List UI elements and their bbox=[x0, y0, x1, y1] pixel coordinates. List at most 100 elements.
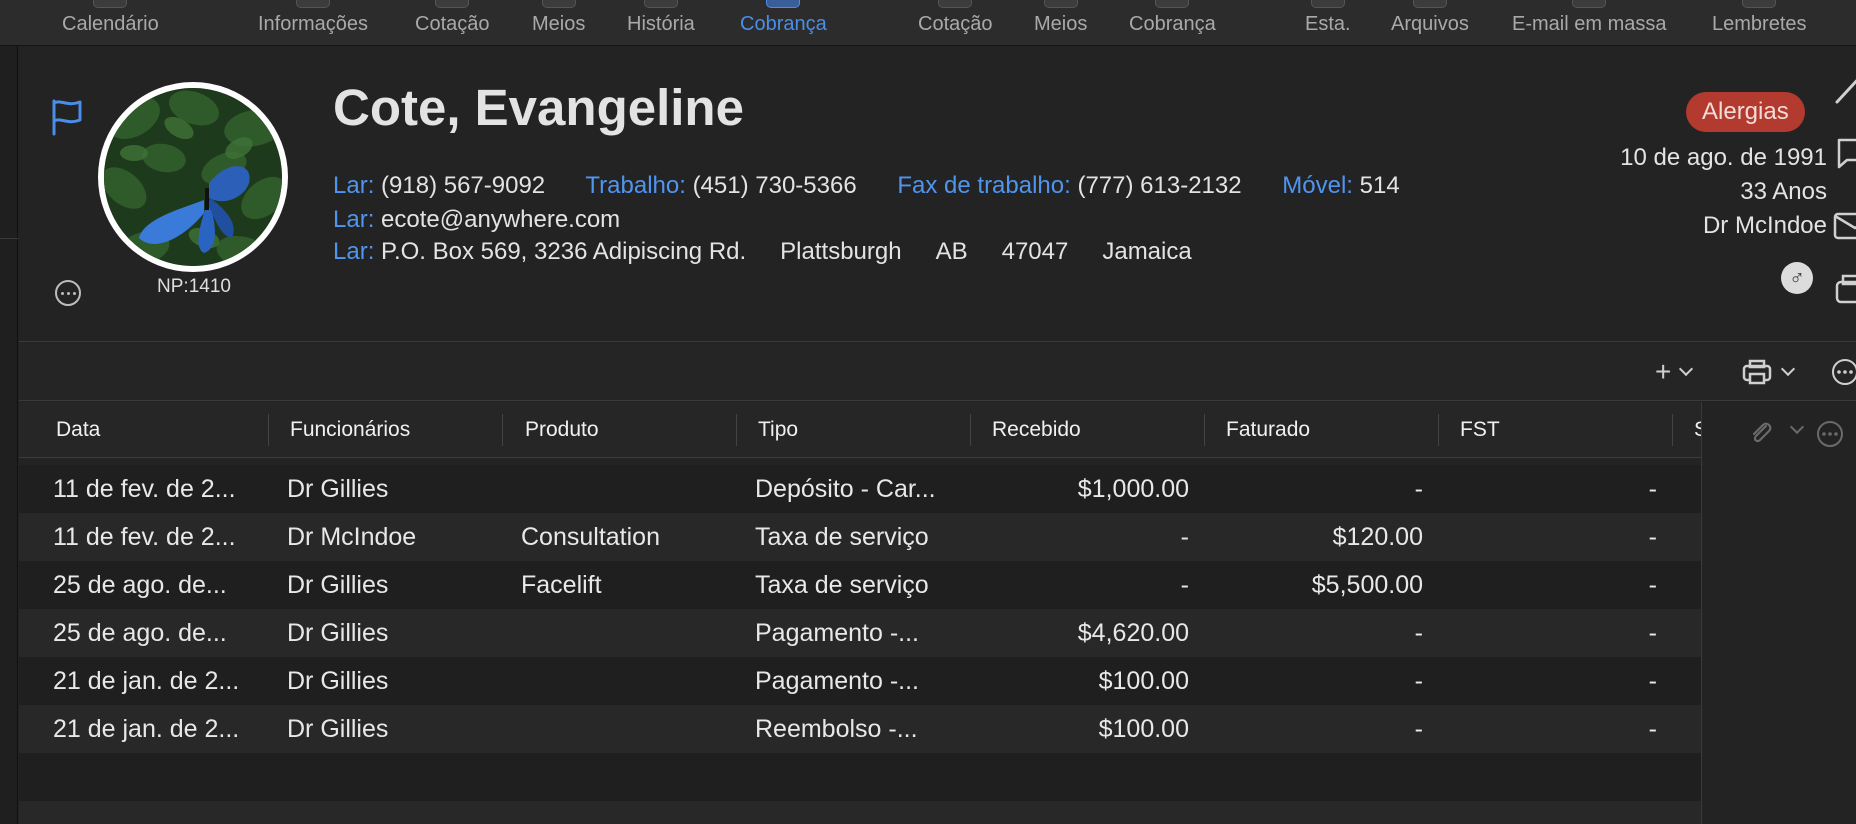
column-divider[interactable] bbox=[736, 414, 737, 446]
column-header-truncated[interactable]: S bbox=[1694, 402, 1701, 458]
phone-work[interactable]: Trabalho: (451) 730-5366 bbox=[585, 172, 856, 199]
phone-mobile-value: 514 bbox=[1359, 172, 1400, 199]
email-line[interactable]: Lar: ecote@anywhere.com bbox=[333, 206, 620, 234]
address-city: Plattsburgh bbox=[780, 238, 902, 265]
toolbar-files[interactable]: Arquivos bbox=[1391, 0, 1469, 46]
more-options-icon[interactable] bbox=[55, 280, 81, 306]
toolbar-mass-email[interactable]: E-mail em massa bbox=[1512, 0, 1666, 46]
cell-billed: $5,500.00 bbox=[1311, 570, 1423, 599]
billing-icon bbox=[1155, 0, 1190, 8]
table-row[interactable]: 25 de ago. de... Dr Gillies Facelift Tax… bbox=[19, 561, 1701, 609]
toolbar-media-2[interactable]: Meios bbox=[1034, 0, 1087, 46]
left-sidebar-edge bbox=[0, 46, 18, 824]
files-icon bbox=[1412, 0, 1447, 8]
empty-table-row bbox=[19, 753, 1701, 801]
toolbar-label: Lembretes bbox=[1712, 13, 1807, 35]
toolbar-media[interactable]: Meios bbox=[532, 0, 585, 46]
chevron-down-icon bbox=[1679, 361, 1694, 377]
cell-date: 11 de fev. de 2... bbox=[53, 522, 236, 551]
envelope-icon[interactable] bbox=[1831, 206, 1856, 242]
toolbar-reminders[interactable]: Lembretes bbox=[1712, 0, 1807, 46]
table-row[interactable]: 11 de fev. de 2... Dr McIndoe Consultati… bbox=[19, 513, 1701, 561]
add-menu-button[interactable]: + bbox=[1655, 356, 1694, 387]
column-divider[interactable] bbox=[268, 414, 269, 446]
cell-staff: Dr McIndoe bbox=[287, 522, 417, 551]
more-options-icon[interactable] bbox=[1816, 420, 1844, 448]
column-divider[interactable] bbox=[1672, 414, 1673, 446]
column-header-product[interactable]: Produto bbox=[525, 402, 599, 458]
mass-email-icon bbox=[1572, 0, 1607, 8]
phone-numbers: Lar: (918) 567-9092 Trabalho: (451) 730-… bbox=[333, 172, 1528, 200]
phone-work-value: (451) 730-5366 bbox=[692, 172, 857, 199]
cell-staff: Dr Gillies bbox=[287, 618, 389, 647]
address-country: Jamaica bbox=[1102, 238, 1192, 265]
column-divider[interactable] bbox=[1204, 414, 1205, 446]
quote-icon bbox=[938, 0, 973, 8]
cell-billed: $120.00 bbox=[1332, 522, 1423, 551]
column-header-fst[interactable]: FST bbox=[1460, 402, 1500, 458]
address-line[interactable]: Lar: P.O. Box 569, 3236 Adipiscing Rd. Pl… bbox=[333, 238, 1192, 266]
phone-home[interactable]: Lar: (918) 567-9092 bbox=[333, 172, 545, 199]
table-row[interactable]: 21 de jan. de 2... Dr Gillies Reembolso … bbox=[19, 705, 1701, 753]
table-row[interactable]: 25 de ago. de... Dr Gillies Pagamento -.… bbox=[19, 609, 1701, 657]
app-window: Calendário Informações Cotação Meios His… bbox=[0, 0, 1856, 824]
quote-icon bbox=[435, 0, 470, 8]
toolbar-billing-2[interactable]: Cobrança bbox=[1129, 0, 1216, 46]
calendar-icon bbox=[93, 0, 128, 8]
printer-icon[interactable] bbox=[1831, 272, 1856, 308]
toolbar-quote-2[interactable]: Cotação bbox=[918, 0, 993, 46]
assigned-doctor: Dr McIndoe bbox=[1702, 212, 1827, 239]
paperclip-icon[interactable] bbox=[1746, 418, 1776, 448]
cell-date: 25 de ago. de... bbox=[53, 570, 227, 599]
cell-product bbox=[521, 705, 731, 753]
chevron-down-icon[interactable] bbox=[1789, 419, 1805, 435]
phone-fax-label: Fax de trabalho: bbox=[897, 172, 1071, 199]
cell-received: $1,000.00 bbox=[1077, 474, 1189, 503]
divider bbox=[0, 238, 18, 239]
patient-age: 33 Anos bbox=[1740, 178, 1827, 205]
edit-pencil-icon[interactable] bbox=[1831, 70, 1856, 106]
history-icon bbox=[643, 0, 678, 8]
column-header-date[interactable]: Data bbox=[56, 402, 100, 458]
patient-number: NP:1410 bbox=[157, 276, 231, 297]
column-header-billed[interactable]: Faturado bbox=[1226, 402, 1310, 458]
toolbar-calendar[interactable]: Calendário bbox=[62, 0, 159, 46]
toolbar-label: Calendário bbox=[62, 13, 159, 35]
cell-staff: Dr Gillies bbox=[287, 474, 389, 503]
more-actions-button[interactable] bbox=[1831, 357, 1856, 387]
address-street: P.O. Box 569, 3236 Adipiscing Rd. bbox=[381, 238, 747, 265]
allergy-badge[interactable]: Alergias bbox=[1686, 92, 1805, 132]
cell-product bbox=[521, 465, 731, 513]
toolbar-quote[interactable]: Cotação bbox=[415, 0, 490, 46]
column-divider[interactable] bbox=[502, 414, 503, 446]
toolbar-label: Cobrança bbox=[740, 13, 827, 35]
phone-mobile[interactable]: Móvel: 514 bbox=[1282, 172, 1399, 199]
chat-bubble-icon[interactable] bbox=[1831, 134, 1856, 170]
cell-type: Depósito - Car... bbox=[755, 474, 936, 503]
toolbar-label: Meios bbox=[1034, 13, 1088, 35]
butterfly-photo bbox=[104, 88, 282, 266]
chevron-down-icon bbox=[1780, 361, 1796, 377]
gender-male-icon: ♂ bbox=[1781, 262, 1813, 294]
cell-type: Pagamento -... bbox=[755, 618, 919, 647]
column-divider[interactable] bbox=[1438, 414, 1439, 446]
column-divider[interactable] bbox=[970, 414, 971, 446]
table-row[interactable]: 21 de jan. de 2... Dr Gillies Pagamento … bbox=[19, 657, 1701, 705]
phone-work-fax[interactable]: Fax de trabalho: (777) 613-2132 bbox=[897, 172, 1241, 199]
column-header-received[interactable]: Recebido bbox=[992, 402, 1081, 458]
print-menu-button[interactable] bbox=[1741, 357, 1796, 387]
table-row[interactable]: 11 de fev. de 2... Dr Gillies Depósito -… bbox=[19, 465, 1701, 513]
cell-type: Pagamento -... bbox=[755, 666, 919, 695]
empty-table-row bbox=[19, 801, 1701, 824]
plus-icon: + bbox=[1655, 356, 1672, 387]
toolbar-history[interactable]: História bbox=[627, 0, 695, 46]
toolbar-info[interactable]: Informações bbox=[258, 0, 368, 46]
toolbar-stats[interactable]: Esta. bbox=[1305, 0, 1351, 46]
column-header-type[interactable]: Tipo bbox=[758, 402, 798, 458]
flag-icon[interactable] bbox=[49, 98, 85, 136]
cell-billed: - bbox=[1414, 666, 1423, 695]
column-header-staff[interactable]: Funcionários bbox=[290, 402, 410, 458]
avatar[interactable] bbox=[98, 82, 288, 272]
toolbar-billing[interactable]: Cobrança bbox=[740, 0, 827, 46]
phone-home-label: Lar: bbox=[333, 172, 375, 199]
